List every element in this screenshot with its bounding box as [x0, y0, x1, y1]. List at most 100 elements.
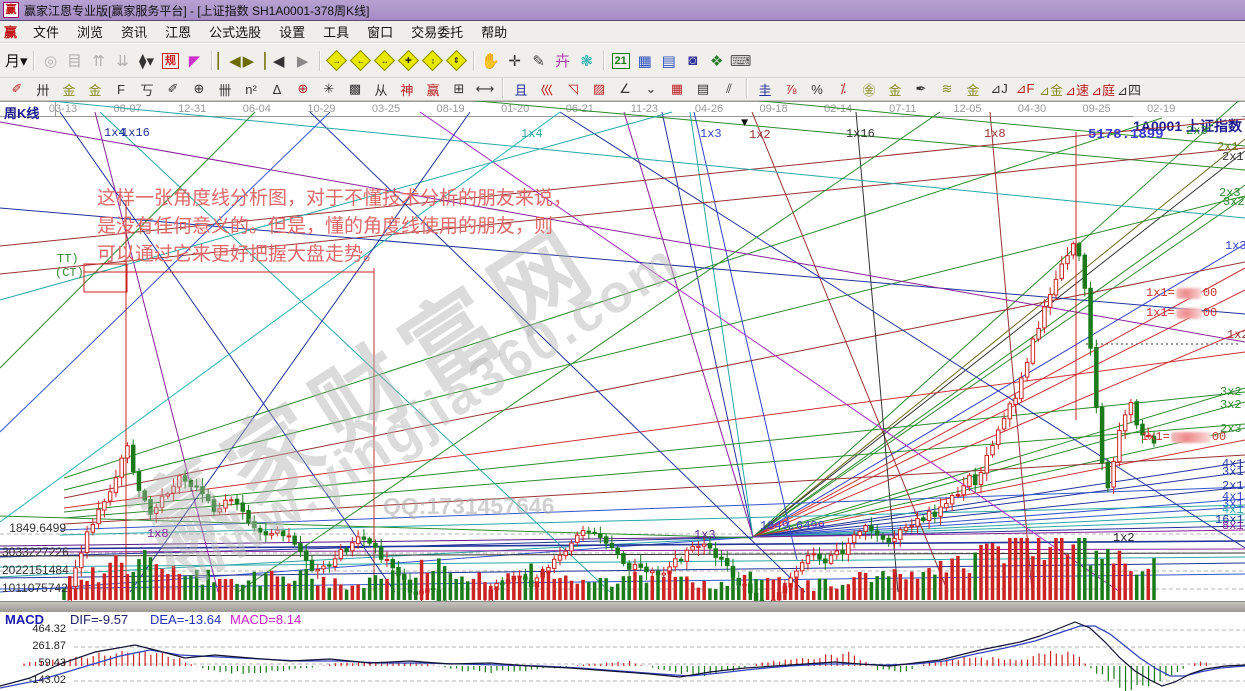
gann-line-label: 1x2	[1227, 330, 1245, 341]
menu-item-0[interactable]: 文件	[25, 20, 67, 43]
angle-si-icon[interactable]: ⊿四	[1117, 80, 1141, 98]
toolbar-separator	[211, 51, 213, 71]
percent-icon[interactable]: %	[805, 80, 829, 98]
box-fan-icon[interactable]: ◹	[561, 80, 585, 98]
gann-center-icon[interactable]: ✚	[398, 50, 420, 72]
window-title: 赢家江恩专业版[赢家服务平台] - [上证指数 SH1A0001-378周K线]	[24, 2, 369, 19]
bars-up-dim-icon: ⇈	[92, 52, 105, 70]
menu-item-6[interactable]: 工具	[315, 20, 357, 43]
angle-su-icon[interactable]: ⊿速	[1065, 80, 1089, 98]
brush-icon[interactable]: ✐	[5, 80, 29, 98]
angle-j-icon[interactable]: ⊿J	[987, 80, 1011, 98]
angle-tool-icon[interactable]: ∆	[265, 80, 289, 98]
watermark-qq: QQ:1731457646	[383, 493, 554, 520]
column-stat-icon[interactable]: 圭	[753, 80, 777, 98]
red-grid-icon[interactable]: ▦	[665, 80, 689, 98]
fan-lines-icon[interactable]: 巛	[535, 80, 559, 98]
gann-wheel-icon[interactable]: 卉	[552, 50, 574, 72]
gann-shift-left-icon[interactable]: ←	[350, 50, 372, 72]
calculator-icon[interactable]: ▦	[634, 50, 656, 72]
next-page-icon[interactable]: ▶	[292, 50, 314, 72]
red-grid-icon: ▦	[671, 81, 683, 97]
gann-line-label: 3x2	[1220, 400, 1242, 411]
star-tool-icon[interactable]: ✳	[317, 80, 341, 98]
dark-grid-icon[interactable]: ▤	[691, 80, 715, 98]
gold-section-icon[interactable]: 金	[57, 80, 81, 98]
n2-tool-icon[interactable]: n²	[239, 80, 263, 98]
gann-expand-h-icon[interactable]: ↔	[374, 50, 396, 72]
angle-line-icon[interactable]: ∠	[613, 80, 637, 98]
gold-bar-icon[interactable]: 金	[883, 80, 907, 98]
vee-line-icon[interactable]: ⌄	[639, 80, 663, 98]
kline-pattern-icon[interactable]: 规	[160, 50, 182, 72]
gold3-icon[interactable]: 金	[961, 80, 985, 98]
ying-tool-icon[interactable]: 赢	[421, 80, 445, 98]
wave2-icon[interactable]: ≋	[935, 80, 959, 98]
hspan-icon[interactable]: ⟷	[473, 80, 497, 98]
prev-page-icon[interactable]: ◀	[268, 50, 290, 72]
bars-up-dim-icon[interactable]: ⇈	[88, 50, 110, 72]
volume-axis-label: 1011075742	[2, 581, 66, 595]
menu-item-9[interactable]: 帮助	[473, 20, 515, 43]
menu-item-2[interactable]: 资讯	[113, 20, 155, 43]
chart-area[interactable]: 03-1308-0712-3106-0410-2903-2508-1901-20…	[0, 101, 1245, 691]
pen-candle-icon[interactable]: ✒	[909, 80, 933, 98]
bars-down-dim-icon[interactable]: ⇊	[112, 50, 134, 72]
gann-expand-v-icon[interactable]: ⇕	[446, 50, 468, 72]
book-icon[interactable]: ▤	[658, 50, 680, 72]
menu-item-4[interactable]: 公式选股	[201, 20, 269, 43]
save-icon[interactable]: ◙	[682, 50, 704, 72]
grid3-icon[interactable]: 卅	[31, 80, 55, 98]
workstation-icon[interactable]: ⌨	[730, 50, 752, 72]
grid4-icon[interactable]: 卌	[213, 80, 237, 98]
angle-f-icon[interactable]: ⊿F	[1013, 80, 1037, 98]
first-page-icon[interactable]: ▏◀	[218, 50, 241, 72]
wave-tool-icon[interactable]: 从	[369, 80, 393, 98]
menu-item-3[interactable]: 江恩	[157, 20, 199, 43]
gann-shift-right-icon[interactable]: →	[326, 50, 348, 72]
toolbar-separator	[473, 51, 475, 71]
star-tool-icon: ✳	[324, 81, 335, 97]
color-chart-icon[interactable]: ◤	[184, 50, 206, 72]
list-dim-icon[interactable]: 目	[64, 50, 86, 72]
calendar-21-icon[interactable]: 21	[610, 50, 632, 72]
circle-grid-icon[interactable]: ⊕	[187, 80, 211, 98]
menu-item-7[interactable]: 窗口	[359, 20, 401, 43]
gann-line-label: 1x16	[846, 129, 875, 140]
draw-line-tool-icon[interactable]: ✎	[528, 50, 550, 72]
menu-item-1[interactable]: 浏览	[69, 20, 111, 43]
menu-bar: 赢 文件浏览资讯江恩公式选股设置工具窗口交易委托帮助	[0, 21, 1245, 43]
export-icon[interactable]: ❖	[706, 50, 728, 72]
period-month-button[interactable]: 月▾	[5, 50, 28, 72]
gann-shift-left-icon: ←	[350, 50, 371, 71]
angle-gold-icon[interactable]: ⊿金	[1039, 80, 1063, 98]
candle-style-button[interactable]: ⧫▾	[136, 50, 158, 72]
overlay-dim-icon[interactable]: ◎	[40, 50, 62, 72]
fib-lines-icon[interactable]: F	[109, 80, 133, 98]
grid123-icon[interactable]: ⊞	[447, 80, 471, 98]
spiral-tool-icon[interactable]: ❃	[576, 50, 598, 72]
box-tool-icon[interactable]: 且	[509, 80, 533, 98]
arc-tool-icon[interactable]: 丂	[135, 80, 159, 98]
gann-price-label-blurred: 1x1=00	[1146, 288, 1217, 299]
last-page-icon[interactable]: ▶▕	[243, 50, 266, 72]
crosshair-tool-icon[interactable]: ✛	[504, 50, 526, 72]
candle-style-button: ⧫▾	[139, 52, 154, 70]
circle-grid-icon: ⊕	[194, 81, 205, 97]
web-tool-icon[interactable]: ▩	[343, 80, 367, 98]
brush2-icon[interactable]: ✐	[161, 80, 185, 98]
gann-line-label: 1x3	[694, 530, 716, 541]
percent7-icon[interactable]: ⅞	[779, 80, 803, 98]
menu-item-5[interactable]: 设置	[271, 20, 313, 43]
gann-shift-v-icon[interactable]: ↕	[422, 50, 444, 72]
gold-circle-icon[interactable]: ㊎	[857, 80, 881, 98]
box-web-icon[interactable]: ▨	[587, 80, 611, 98]
angle-ting-icon[interactable]: ⊿庭	[1091, 80, 1115, 98]
percent-line-icon[interactable]: ⁒	[831, 80, 855, 98]
hand-tool-icon[interactable]: ✋	[480, 50, 502, 72]
target-icon[interactable]: ⊕	[291, 80, 315, 98]
menu-item-8[interactable]: 交易委托	[403, 20, 471, 43]
parallel-lines-icon[interactable]: ⫽	[717, 80, 741, 98]
shen-tool-icon[interactable]: 神	[395, 80, 419, 98]
gold-section2-icon[interactable]: 金	[83, 80, 107, 98]
